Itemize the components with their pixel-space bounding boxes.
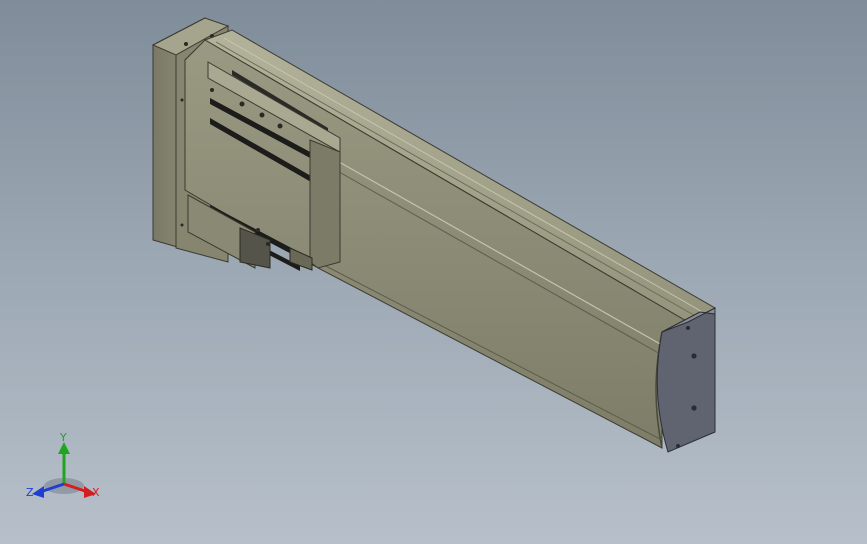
front-end-cap: [656, 307, 716, 453]
linear-actuator-model[interactable]: [0, 0, 867, 544]
x-axis-label: X: [92, 486, 100, 499]
z-axis-label: Z: [26, 486, 34, 499]
orientation-triad[interactable]: Y X Z: [24, 430, 108, 508]
cad-viewport[interactable]: Y X Z: [0, 0, 867, 544]
y-axis-label: Y: [59, 431, 67, 444]
z-axis-arrow: [32, 486, 44, 498]
